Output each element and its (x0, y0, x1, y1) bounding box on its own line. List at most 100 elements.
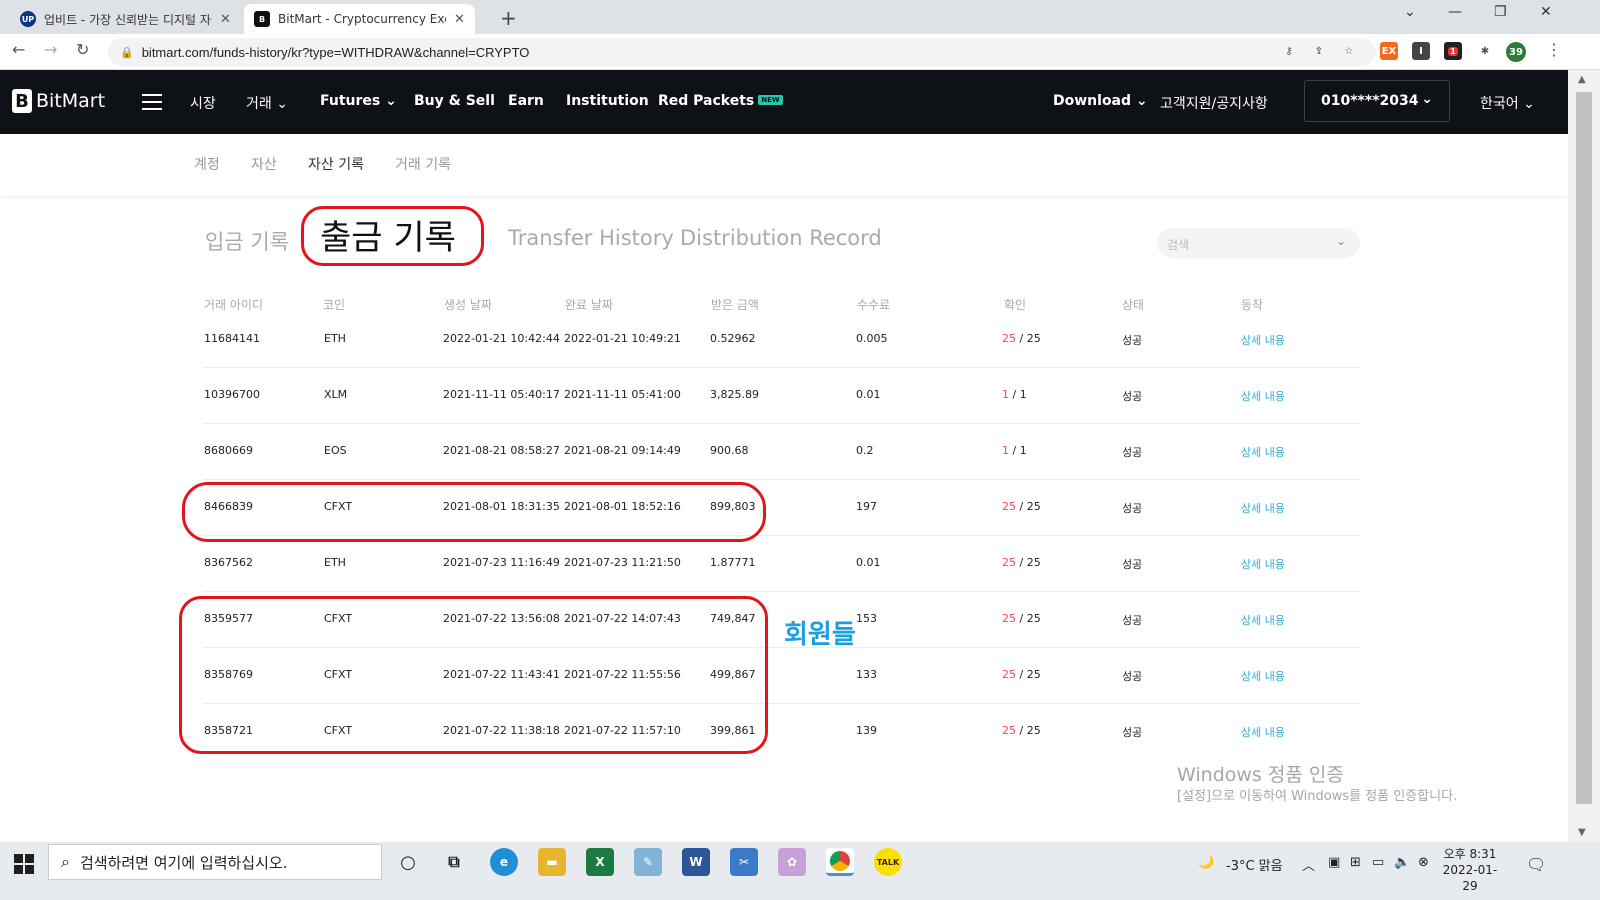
subnav-account[interactable]: 계정 (194, 154, 220, 174)
cortana-icon[interactable]: ○ (394, 848, 422, 876)
hamburger-menu-icon[interactable] (142, 94, 162, 110)
taskbar-search-placeholder: 검색하려면 여기에 입력하십시오. (79, 853, 288, 872)
cell-amount: 900.68 (710, 444, 749, 457)
kakaotalk-icon[interactable]: TALK (874, 848, 902, 876)
search-select[interactable]: 검색 ⌄ (1157, 228, 1360, 258)
network-icon[interactable]: ▭ (1372, 855, 1384, 870)
tab-search-chevron-icon[interactable]: ⌄ (1404, 4, 1416, 20)
weather-icon[interactable]: 🌙 (1198, 855, 1214, 870)
tab-transfer-history[interactable]: Transfer History (508, 226, 674, 250)
nav-futures[interactable]: Futures ⌄ (320, 93, 397, 109)
chrome-icon[interactable] (826, 848, 854, 876)
scroll-down-icon[interactable]: ▼ (1578, 827, 1586, 838)
share-icon[interactable]: ⇪ (1310, 42, 1328, 60)
bookmark-star-icon[interactable]: ☆ (1340, 42, 1358, 60)
browser-menu-icon[interactable]: ⋮ (1546, 40, 1562, 59)
tab-distribution-record[interactable]: Distribution Record (680, 226, 882, 250)
detail-link[interactable]: 상세 내용 (1241, 444, 1285, 460)
restore-icon[interactable]: ❐ (1494, 4, 1507, 20)
tray-chevron-up-icon[interactable]: ︿ (1302, 855, 1315, 874)
cell-fee: 197 (856, 500, 877, 513)
notepad-icon[interactable]: ✎ (634, 848, 662, 876)
notification-icon[interactable]: 🗨 (1526, 855, 1546, 874)
subnav-assets[interactable]: 자산 (251, 154, 277, 174)
browser-tab-upbit[interactable]: UP 업비트 - 가장 신뢰받는 디지털 자산 거래소 ✕ (10, 4, 241, 34)
extension-badge-icon[interactable]: 1 (1444, 42, 1462, 60)
task-view-icon[interactable]: ⧉ (440, 848, 468, 876)
close-window-icon[interactable]: ✕ (1540, 4, 1552, 20)
close-tab-icon[interactable]: ✕ (454, 12, 465, 27)
key-icon[interactable]: ⚷ (1280, 42, 1298, 60)
browser-tab-bitmart[interactable]: B BitMart - Cryptocurrency Exchange ✕ (244, 4, 475, 34)
nav-institution[interactable]: Institution (566, 93, 649, 109)
excel-icon[interactable]: X (586, 848, 614, 876)
nav-market[interactable]: 시장 (190, 93, 216, 113)
table-row: 8680669 EOS 2021-08-21 08:58:27 2021-08-… (204, 424, 1360, 480)
detail-link[interactable]: 상세 내용 (1241, 500, 1285, 516)
detail-link[interactable]: 상세 내용 (1241, 612, 1285, 628)
cell-completed: 2021-07-23 11:21:50 (564, 556, 681, 569)
nav-support[interactable]: 고객지원/공지사항 (1160, 93, 1268, 113)
nav-red-packets[interactable]: Red Packets NEW (658, 93, 783, 109)
cell-status: 성공 (1122, 726, 1143, 739)
col-header-id: 거래 아이디 (204, 298, 264, 312)
tab-deposit-history[interactable]: 입금 기록 (205, 226, 289, 256)
language-selector[interactable]: 한국어 ⌄ (1480, 93, 1535, 113)
subnav-asset-history[interactable]: 자산 기록 (308, 154, 364, 174)
scroll-up-icon[interactable]: ▲ (1578, 74, 1586, 85)
confirm-total: / 25 (1016, 556, 1041, 569)
confirm-total: / 25 (1016, 612, 1041, 625)
weather-text[interactable]: -3°C 맑음 (1226, 855, 1283, 874)
cell-id: 10396700 (204, 388, 260, 401)
col-header-confirm: 확인 (1004, 298, 1027, 312)
close-tab-icon[interactable]: ✕ (220, 12, 231, 27)
detail-link[interactable]: 상세 내용 (1241, 724, 1285, 740)
search-icon: ⌕ (61, 852, 70, 871)
cell-coin: CFXT (324, 724, 353, 737)
nav-trade[interactable]: 거래 ⌄ (246, 93, 288, 113)
tray-display-icon[interactable]: ⊞ (1350, 855, 1361, 870)
extension-i-icon[interactable]: I (1412, 42, 1430, 60)
reload-icon[interactable]: ↻ (76, 40, 89, 59)
snipping-tool-icon[interactable]: ✂ (730, 848, 758, 876)
back-icon[interactable]: ← (12, 40, 25, 59)
page-scrollbar[interactable]: ▲ ▼ (1568, 70, 1600, 842)
taskbar-search-input[interactable]: ⌕ 검색하려면 여기에 입력하십시오. (48, 844, 382, 880)
detail-link[interactable]: 상세 내용 (1241, 332, 1285, 348)
edge-browser-icon[interactable]: e (490, 848, 518, 876)
tray-app-icon[interactable]: ▣ (1328, 855, 1340, 870)
subnav-trade-history[interactable]: 거래 기록 (395, 154, 451, 174)
minimize-icon[interactable]: — (1448, 4, 1462, 20)
clock-time: 오후 8:31 (1443, 847, 1497, 861)
detail-link[interactable]: 상세 내용 (1241, 668, 1285, 684)
paint-icon[interactable]: ✿ (778, 848, 806, 876)
windows-start-icon[interactable] (14, 854, 34, 874)
cell-created: 2021-11-11 05:40:17 (443, 388, 560, 401)
nav-earn[interactable]: Earn (508, 93, 544, 109)
table-row: 8359577 CFXT 2021-07-22 13:56:08 2021-07… (204, 592, 1360, 648)
puzzle-extensions-icon[interactable]: ✱ (1476, 42, 1494, 60)
scrollbar-thumb[interactable] (1576, 92, 1592, 804)
taskbar-clock[interactable]: 오후 8:31 2022-01-29 (1440, 846, 1500, 894)
detail-link[interactable]: 상세 내용 (1241, 388, 1285, 404)
tab-withdraw-history[interactable]: 출금 기록 (320, 210, 456, 259)
nav-download[interactable]: Download ⌄ (1053, 93, 1148, 109)
bitmart-logo[interactable]: B BitMart (12, 89, 105, 113)
word-icon[interactable]: W (682, 848, 710, 876)
forward-icon[interactable]: → (44, 40, 57, 59)
cell-completed: 2021-08-21 09:14:49 (564, 444, 681, 457)
account-dropdown[interactable]: 010****2034 ⌄ (1304, 80, 1450, 122)
new-tab-icon[interactable]: + (500, 6, 517, 30)
extension-ex-icon[interactable]: EX (1380, 42, 1398, 60)
detail-link[interactable]: 상세 내용 (1241, 556, 1285, 572)
profile-avatar[interactable]: 39 (1506, 42, 1526, 62)
volume-icon[interactable]: 🔈 (1394, 855, 1410, 870)
tray-close-icon[interactable]: ⊗ (1418, 855, 1429, 870)
chevron-down-icon: ⌄ (1523, 96, 1535, 112)
nav-buy-sell[interactable]: Buy & Sell (414, 93, 495, 109)
chevron-down-icon: ⌄ (276, 96, 288, 112)
confirm-count: 25 (1002, 556, 1016, 569)
cell-confirm: 25 / 25 (1002, 332, 1041, 345)
file-explorer-icon[interactable]: ▬ (538, 848, 566, 876)
address-bar[interactable]: 🔒 bitmart.com/funds-history/kr?type=WITH… (108, 38, 1376, 66)
